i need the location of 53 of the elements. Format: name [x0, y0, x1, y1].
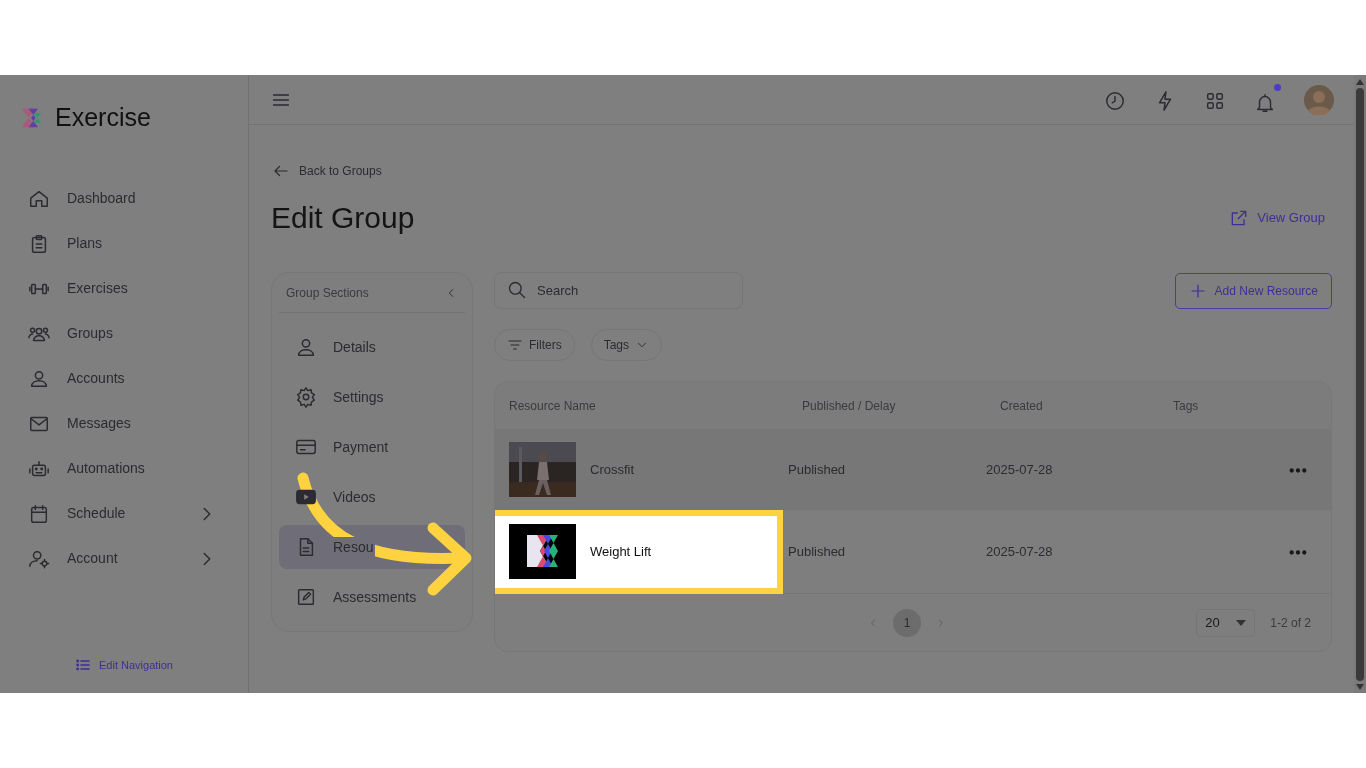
column-header: Created [1000, 397, 1044, 415]
status-cell-text: Published [788, 542, 847, 561]
column-header: Published / Delay [802, 397, 897, 415]
resource-name[interactable]: Crossfit [590, 459, 635, 480]
section-item[interactable]: Assessments [279, 575, 465, 619]
section-item[interactable]: Details [279, 325, 465, 369]
page-size-select[interactable]: 20 [1196, 608, 1256, 637]
scroll-down-icon[interactable] [1356, 684, 1364, 690]
logo-icon [509, 524, 576, 579]
user-icon [295, 336, 317, 358]
view-group-link[interactable]: View Group [1229, 208, 1325, 228]
status-cell-text: Published [788, 460, 847, 479]
back-link[interactable]: Back to Groups [271, 162, 382, 180]
section-item[interactable]: Videos [279, 475, 465, 519]
sidebar-item[interactable]: Account [0, 536, 248, 581]
column-header: Tags [1173, 397, 1200, 415]
app-name: Exercise [55, 101, 151, 133]
column-header: Resource Name [509, 397, 597, 415]
sidebar-item[interactable]: Dashboard [0, 176, 248, 221]
sidebar-item[interactable]: Accounts [0, 356, 248, 401]
section-item[interactable]: Settings [279, 375, 465, 419]
more-icon [1289, 549, 1307, 555]
tags-dropdown[interactable]: Tags [590, 329, 663, 361]
panel-title: Group Sections [286, 284, 369, 302]
caret-icon [1236, 619, 1247, 626]
filter-icon [507, 337, 523, 353]
page-button[interactable]: 1 [893, 608, 921, 637]
created-cell-text: 2025-07-28 [986, 460, 1054, 479]
sidebar-item[interactable]: Automations [0, 446, 248, 491]
settings-icon [295, 386, 317, 408]
sidebar-item[interactable]: Groups [0, 311, 248, 356]
add-resource-button[interactable]: Add New Resource [1174, 272, 1332, 309]
section-item[interactable]: Payment [279, 425, 465, 469]
sidebar-item[interactable]: Exercises [0, 266, 248, 311]
page-title: Edit Group [271, 200, 415, 236]
resource-name[interactable]: Weight Lift [590, 541, 652, 562]
more-icon [1289, 467, 1307, 473]
search-field[interactable]: Search [494, 272, 743, 309]
sidebar-item[interactable]: Schedule [0, 491, 248, 536]
edit-icon [295, 586, 317, 608]
sidebar-item[interactable]: Messages [0, 401, 248, 446]
filters-button[interactable]: Filters [494, 329, 575, 361]
search-icon [507, 280, 527, 300]
avatar[interactable] [1304, 84, 1334, 115]
calendar-icon [28, 502, 50, 525]
created-cell-text: 2025-07-28 [986, 542, 1054, 561]
scrollbar[interactable] [1354, 75, 1366, 693]
clock-icon [1104, 90, 1126, 113]
bell-icon [1254, 92, 1276, 115]
scroll-up-icon[interactable] [1356, 79, 1364, 85]
edit-navigation-link[interactable]: Edit Navigation [75, 656, 173, 673]
sidebar-item[interactable]: Plans [0, 221, 248, 266]
page-range: 1-2 of 2 [1270, 614, 1311, 632]
